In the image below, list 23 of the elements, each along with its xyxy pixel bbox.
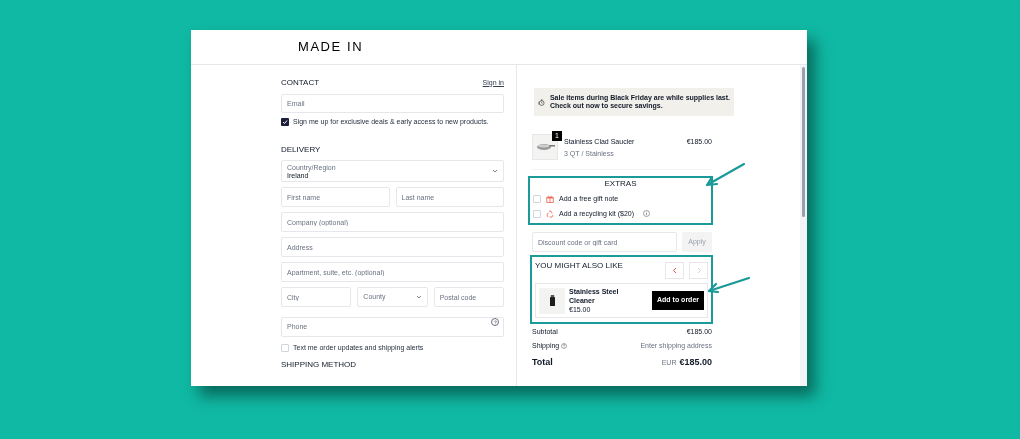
help-icon[interactable] (491, 318, 499, 326)
section-heading: SHIPPING METHOD (281, 359, 358, 371)
chevron-down-icon (415, 295, 422, 299)
chevron-left-icon (671, 267, 678, 274)
help-icon[interactable] (561, 342, 568, 349)
info-icon[interactable] (643, 210, 651, 218)
total-value: €185.00 (679, 356, 712, 369)
brand-logo[interactable]: MADE IN (298, 37, 364, 57)
section-heading: DELIVERY (281, 144, 322, 156)
checkbox[interactable] (281, 343, 289, 352)
chevron-down-icon (492, 169, 498, 173)
checkbox[interactable] (533, 209, 541, 218)
chevron-right-icon (695, 267, 702, 274)
checkbox[interactable] (533, 195, 541, 204)
section-heading: CONTACT (281, 77, 320, 89)
section-heading: EXTRAS (604, 178, 637, 190)
section-heading: YOU MIGHT ALSO LIKE (535, 260, 623, 272)
previous-button[interactable] (665, 262, 684, 279)
gift-icon (546, 195, 554, 204)
total-label: Total (532, 356, 553, 369)
scrollbar[interactable] (800, 65, 807, 386)
checkbox[interactable] (281, 118, 289, 126)
recycle-icon (546, 209, 554, 218)
